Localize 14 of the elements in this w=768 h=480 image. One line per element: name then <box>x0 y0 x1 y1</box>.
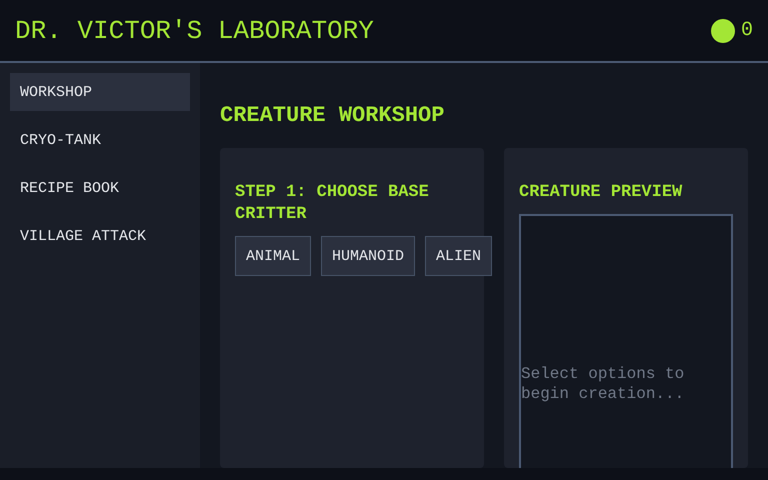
option-button[interactable]: ANIMAL <box>235 236 312 276</box>
option-button[interactable]: HUMANOID <box>321 236 416 276</box>
sidebar-item[interactable]: RECIPE BOOK <box>10 169 190 207</box>
sidebar-item[interactable]: WORKSHOP <box>10 73 190 111</box>
status-dot-icon <box>710 18 735 42</box>
preview-heading: CREATURE PREVIEW <box>519 182 684 204</box>
page-heading: CREATURE WORKSHOP <box>220 103 446 128</box>
step-heading: STEP 1: CHOOSE BASE CRITTER <box>235 182 430 226</box>
status-count: 0 <box>740 19 753 42</box>
option-button[interactable]: ALIEN <box>425 236 492 276</box>
app-title: DR. VICTOR'S LABORATORY <box>15 16 374 46</box>
sidebar-item[interactable]: CRYO-TANK <box>10 121 190 159</box>
preview-area: Select options to begin creation... <box>519 214 733 468</box>
sidebar-item[interactable]: VILLAGE ATTACK <box>10 217 190 255</box>
